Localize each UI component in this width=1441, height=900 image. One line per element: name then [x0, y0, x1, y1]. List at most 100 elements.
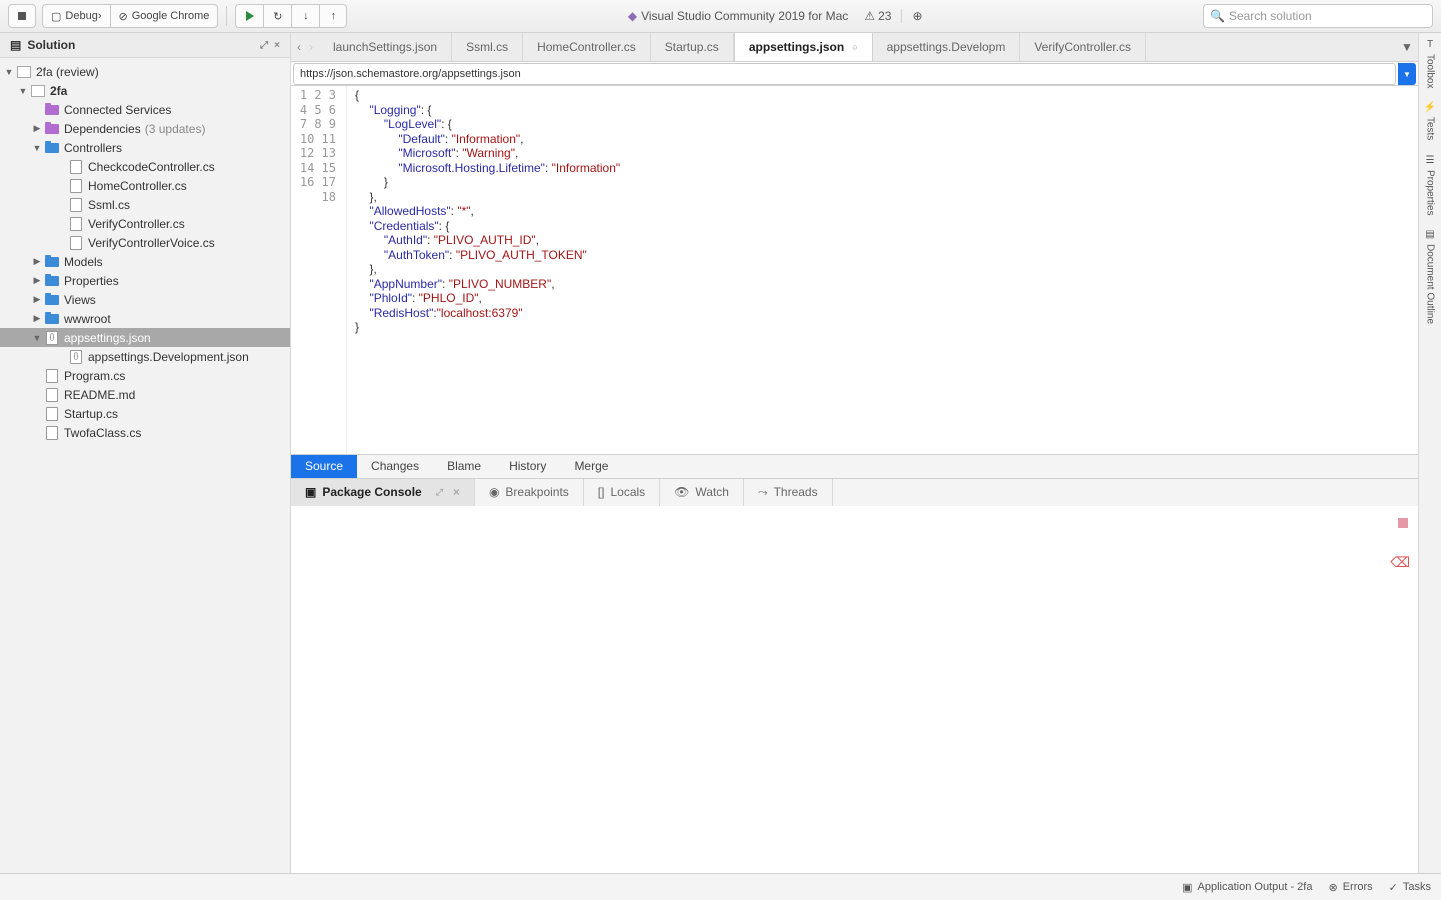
pin-icon[interactable]: ⤢: [260, 40, 268, 51]
panel-icon: ⤳: [758, 485, 768, 500]
solution-panel-header[interactable]: ▤ Solution ⤢ ×: [0, 33, 290, 58]
cs-file-icon: [70, 198, 82, 212]
rail-tab-toolbox[interactable]: TToolbox: [1425, 39, 1436, 88]
stop-indicator-icon[interactable]: [1398, 518, 1408, 528]
status-errors[interactable]: ⊗Errors: [1328, 881, 1372, 894]
solution-root[interactable]: ▼2fa (review): [0, 62, 290, 81]
rail-tab-document-outline[interactable]: ▤Document Outline: [1425, 229, 1436, 324]
rail-tab-tests[interactable]: ⚡Tests: [1424, 102, 1436, 140]
properties-folder[interactable]: ▶Properties: [0, 271, 290, 290]
cs-file-icon: [70, 217, 82, 231]
controllers-folder[interactable]: ▼Controllers: [0, 138, 290, 157]
appsettings-dev-file[interactable]: ▶{}appsettings.Development.json: [0, 347, 290, 366]
folder-icon: [45, 314, 59, 324]
close-panel-icon[interactable]: ×: [274, 40, 280, 51]
editor-tab[interactable]: HomeController.cs: [523, 33, 651, 61]
folder-icon: [45, 257, 59, 267]
code-editor[interactable]: 1 2 3 4 5 6 7 8 9 10 11 12 13 14 15 16 1…: [291, 86, 1418, 454]
connected-services[interactable]: ▶Connected Services: [0, 100, 290, 119]
close-icon[interactable]: ×: [453, 485, 460, 499]
panel-icon: []: [598, 485, 605, 499]
status-tasks[interactable]: ✓Tasks: [1389, 881, 1431, 894]
pin-icon[interactable]: ⤢: [436, 487, 443, 498]
editor-view-tab[interactable]: History: [495, 455, 560, 478]
solution-icon: [17, 66, 31, 78]
cs-file-icon: [70, 236, 82, 250]
controllers-file[interactable]: ▶HomeController.cs: [0, 176, 290, 195]
editor-tab[interactable]: appsettings.json○: [734, 33, 873, 61]
rail-icon: T: [1427, 39, 1433, 50]
target-selector[interactable]: ⊘ Google Chrome: [110, 4, 219, 28]
appsettings-file[interactable]: ▼{}appsettings.json: [0, 328, 290, 347]
models-folder[interactable]: ▶Models: [0, 252, 290, 271]
code-content[interactable]: { "Logging": { "LogLevel": { "Default": …: [347, 86, 1418, 454]
bottom-panel-tabs: ▣Package Console⤢×◉Breakpoints[]Locals👁W…: [291, 478, 1418, 506]
nav-fwd-icon[interactable]: ›: [309, 40, 313, 54]
program-file[interactable]: ▶Program.cs: [0, 366, 290, 385]
warning-icon: ⚠: [864, 9, 875, 23]
check-icon: ✓: [1389, 881, 1398, 894]
clear-console-icon[interactable]: ⌫: [1390, 554, 1410, 571]
rail-tab-properties[interactable]: ☰Properties: [1425, 155, 1436, 216]
warning-count: 23: [878, 9, 891, 23]
schema-bar: https://json.schemastore.org/appsettings…: [291, 62, 1418, 86]
bottom-panel-tab[interactable]: 👁Watch: [660, 479, 744, 506]
startup-file[interactable]: ▶Startup.cs: [0, 404, 290, 423]
json-file-icon: {}: [46, 331, 58, 345]
editor-tab[interactable]: appsettings.Developm: [873, 33, 1021, 61]
dirty-indicator-icon: ○: [852, 42, 857, 52]
editor-view-tab[interactable]: Blame: [433, 455, 495, 478]
controllers-file[interactable]: ▶VerifyControllerVoice.cs: [0, 233, 290, 252]
line-gutter: 1 2 3 4 5 6 7 8 9 10 11 12 13 14 15 16 1…: [291, 86, 347, 454]
window-title: Visual Studio Community 2019 for Mac: [641, 9, 848, 23]
json-file-icon: {}: [70, 350, 82, 364]
panel-icon: 👁: [674, 485, 689, 499]
config-selector[interactable]: ▢ Debug ›: [42, 4, 110, 28]
rail-icon: ⚡: [1424, 102, 1436, 113]
panel-icon: ◉: [489, 485, 499, 499]
bottom-panel-tab[interactable]: ◉Breakpoints: [475, 479, 584, 506]
bottom-panel-tab[interactable]: ▣Package Console⤢×: [291, 479, 475, 506]
bottom-panel-tab[interactable]: []Locals: [584, 479, 660, 506]
controllers-file[interactable]: ▶CheckcodeController.cs: [0, 157, 290, 176]
views-folder[interactable]: ▶Views: [0, 290, 290, 309]
cs-file-icon: [70, 179, 82, 193]
dependencies-node[interactable]: ▶Dependencies (3 updates): [0, 119, 290, 138]
deps-icon: [45, 124, 59, 134]
step-into-button[interactable]: ↓: [291, 4, 319, 28]
editor-view-tab[interactable]: Changes: [357, 455, 433, 478]
editor-view-tab[interactable]: Source: [291, 455, 357, 478]
readme-file[interactable]: ▶README.md: [0, 385, 290, 404]
run-button[interactable]: [235, 4, 263, 28]
editor-tab[interactable]: Ssml.cs: [452, 33, 523, 61]
schema-combo[interactable]: https://json.schemastore.org/appsettings…: [293, 63, 1396, 85]
folder-icon: [45, 295, 59, 305]
twofa-file[interactable]: ▶TwofaClass.cs: [0, 423, 290, 442]
editor-tab[interactable]: VerifyController.cs: [1020, 33, 1146, 61]
tabs-dropdown[interactable]: ▼: [1396, 33, 1418, 61]
bottom-panel-tab[interactable]: ⤳Threads: [744, 479, 833, 506]
statusbar: ▣Application Output - 2fa ⊗Errors ✓Tasks: [0, 873, 1441, 900]
controllers-file[interactable]: ▶Ssml.cs: [0, 195, 290, 214]
editor-tabstrip: ‹ › launchSettings.jsonSsml.csHomeContro…: [291, 33, 1418, 62]
cs-file-icon: [46, 407, 58, 421]
project-node[interactable]: ▼2fa: [0, 81, 290, 100]
editor-tab[interactable]: launchSettings.json: [319, 33, 452, 61]
package-console-body[interactable]: ⌫: [291, 506, 1418, 874]
step-out-button[interactable]: ↑: [319, 4, 347, 28]
status-output[interactable]: ▣Application Output - 2fa: [1182, 881, 1312, 894]
restart-button[interactable]: ↻: [263, 4, 291, 28]
controllers-file[interactable]: ▶VerifyController.cs: [0, 214, 290, 233]
editor-tab[interactable]: Startup.cs: [651, 33, 734, 61]
output-icon: ▣: [1182, 881, 1192, 894]
editor-view-tab[interactable]: Merge: [560, 455, 622, 478]
search-solution[interactable]: 🔍 Search solution: [1203, 4, 1433, 28]
editor-zone: ‹ › launchSettings.jsonSsml.csHomeContro…: [291, 33, 1418, 873]
wwwroot-folder[interactable]: ▶wwwroot: [0, 309, 290, 328]
add-target-icon[interactable]: ⊕: [912, 9, 922, 23]
schema-dropdown-icon[interactable]: ▼: [1398, 63, 1416, 85]
stop-button[interactable]: [8, 4, 36, 28]
vs-logo-icon: ◆: [628, 9, 637, 23]
cs-file-icon: [46, 426, 58, 440]
nav-back-icon[interactable]: ‹: [297, 40, 301, 54]
